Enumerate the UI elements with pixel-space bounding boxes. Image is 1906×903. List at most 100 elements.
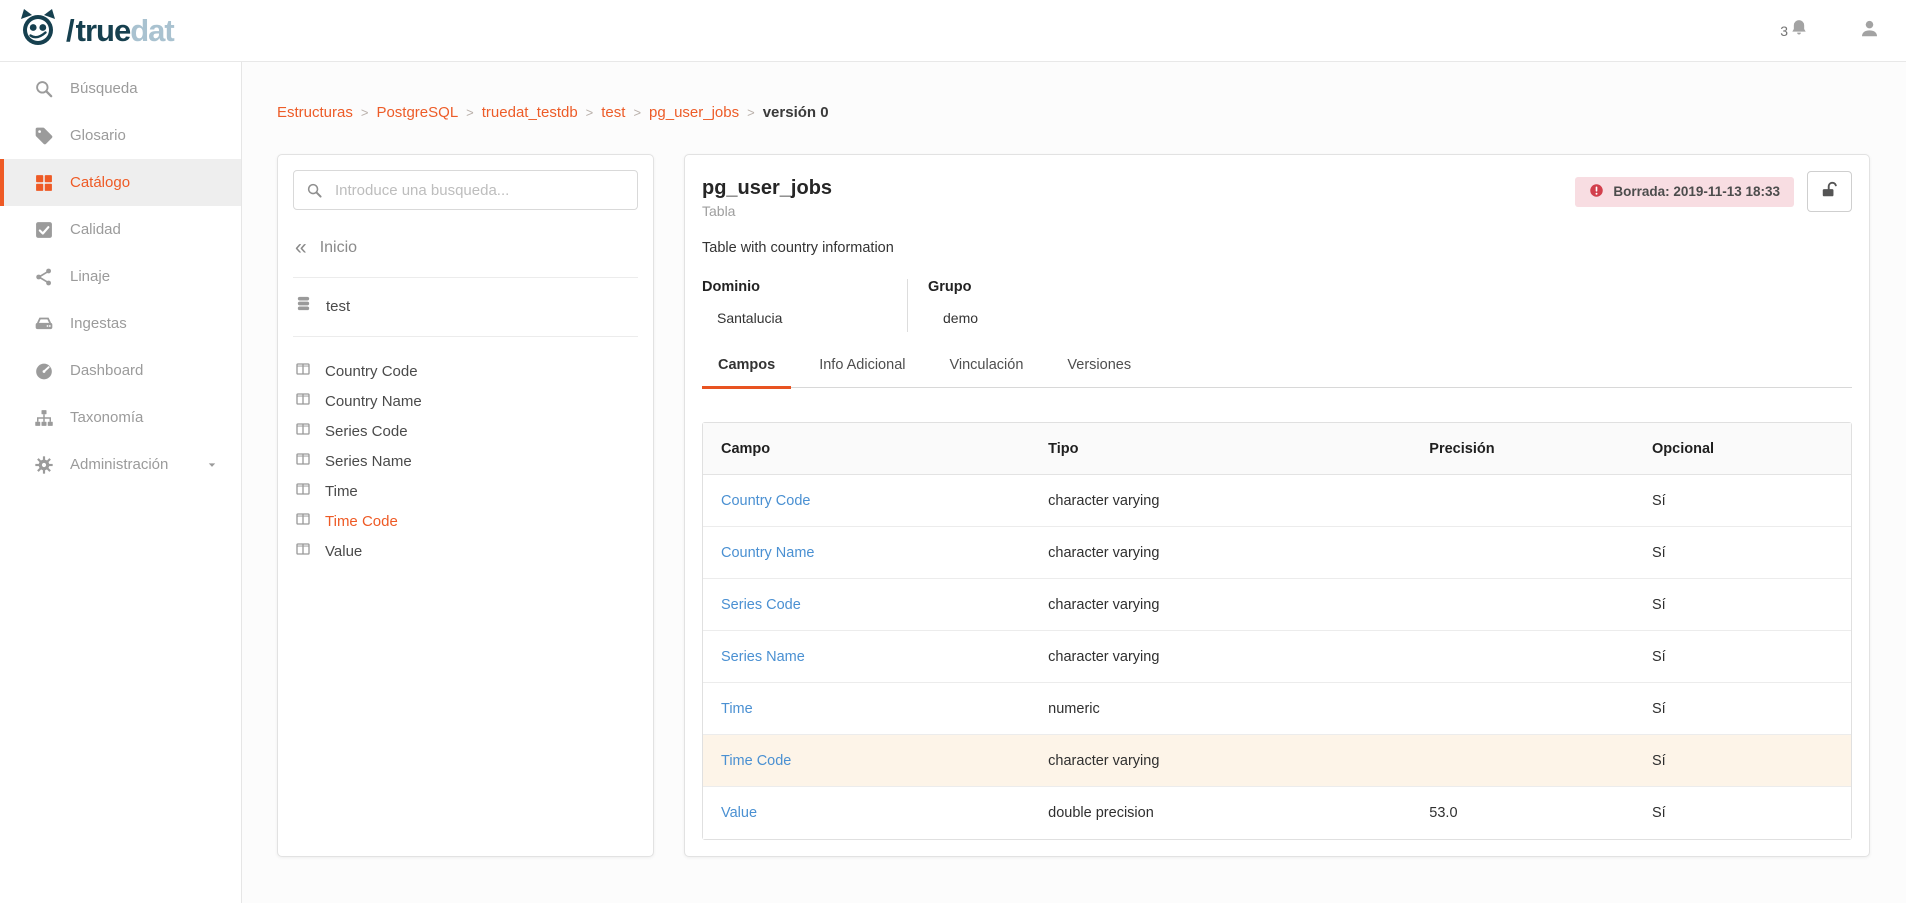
sidebar-item-calidad[interactable]: Calidad <box>0 206 241 253</box>
database-icon <box>295 295 326 317</box>
field-link-time[interactable]: Time <box>721 701 753 717</box>
breadcrumb-separator: > <box>466 105 474 120</box>
chevrons-left-icon: « <box>295 237 307 258</box>
tab-info-adicional[interactable]: Info Adicional <box>803 357 921 389</box>
sidebar-item-label: Glosario <box>70 127 126 144</box>
table-columns-icon <box>295 391 325 411</box>
meta-value: demo <box>928 310 1134 326</box>
sidebar-item-catalogo[interactable]: Catálogo <box>0 159 241 206</box>
sidebar-item-administracion[interactable]: Administración <box>0 441 241 488</box>
fields-table-header-row: CampoTipoPrecisiónOpcional <box>703 423 1851 475</box>
tree-column-time[interactable]: Time <box>293 476 638 506</box>
check-square-icon <box>34 220 54 240</box>
tree-schema-item[interactable]: test <box>293 295 638 317</box>
sidebar-item-label: Ingestas <box>70 315 127 332</box>
breadcrumb-separator: > <box>586 105 594 120</box>
breadcrumb-item-postgresql[interactable]: PostgreSQL <box>376 104 458 121</box>
tab-campos[interactable]: Campos <box>702 357 791 389</box>
search-icon <box>34 79 54 99</box>
sidebar: Búsqueda Glosario Catálogo Calidad Linaje Ing… <box>0 62 242 903</box>
sidebar-item-label: Administración <box>70 456 168 473</box>
tree-back-home[interactable]: « Inicio <box>293 237 638 258</box>
breadcrumb-item-pg-user-jobs[interactable]: pg_user_jobs <box>649 104 739 121</box>
field-link-series-code[interactable]: Series Code <box>721 597 801 613</box>
field-precision-cell <box>1411 579 1634 631</box>
structure-detail-panel: pg_user_jobs Tabla Borrada: 2019-11-13 1… <box>684 154 1870 857</box>
sidebar-item-label: Taxonomía <box>70 409 143 426</box>
tree-column-value[interactable]: Value <box>293 536 638 566</box>
tree-column-series-code[interactable]: Series Code <box>293 416 638 446</box>
field-name-cell: Country Name <box>703 527 1030 579</box>
table-row-time-code: Time Codecharacter varyingSí <box>703 735 1851 787</box>
breadcrumb-item-test[interactable]: test <box>601 104 625 121</box>
notifications-button[interactable]: 3 <box>1780 18 1809 43</box>
deleted-status-badge: Borrada: 2019-11-13 18:33 <box>1575 177 1794 207</box>
field-link-country-code[interactable]: Country Code <box>721 493 810 509</box>
field-type-cell: numeric <box>1030 683 1411 735</box>
sidebar-item-busqueda[interactable]: Búsqueda <box>0 65 241 112</box>
field-type-cell: character varying <box>1030 579 1411 631</box>
field-link-value[interactable]: Value <box>721 805 757 821</box>
fields-table: CampoTipoPrecisiónOpcional Country Code c… <box>702 422 1852 840</box>
sidebar-item-dashboard[interactable]: Dashboard <box>0 347 241 394</box>
field-type-cell: character varying <box>1030 527 1411 579</box>
tab-versiones[interactable]: Versiones <box>1051 357 1147 389</box>
grid-icon <box>34 173 54 193</box>
field-name-cell: Value <box>703 787 1030 839</box>
table-columns-icon <box>295 421 325 441</box>
sidebar-item-label: Catálogo <box>70 174 130 191</box>
caret-down-icon <box>205 458 219 472</box>
table-row-series-code: Series Code character varying Sí <box>703 579 1851 631</box>
owl-icon <box>16 6 60 55</box>
column-header-tipo: Tipo <box>1030 423 1411 475</box>
field-name-cell: Time Code <box>703 735 1030 787</box>
structure-description: Table with country information <box>702 240 1852 256</box>
field-precision-cell <box>1411 631 1634 683</box>
deleted-badge-label: Borrada: 2019-11-13 18:33 <box>1613 184 1780 199</box>
divider <box>293 277 638 278</box>
sidebar-item-glosario[interactable]: Glosario <box>0 112 241 159</box>
field-link-time-code[interactable]: Time Code <box>721 753 791 769</box>
sidebar-item-linaje[interactable]: Linaje <box>0 253 241 300</box>
tree-column-label: Time <box>325 483 358 500</box>
tab-vinculacion[interactable]: Vinculación <box>933 357 1039 389</box>
content-area: Estructuras>PostgreSQL>truedat_testdb>te… <box>242 62 1906 903</box>
tree-column-label: Series Name <box>325 453 412 470</box>
breadcrumb-item-truedat-testdb[interactable]: truedat_testdb <box>482 104 578 121</box>
user-menu-button[interactable] <box>1859 18 1880 44</box>
structure-meta: DominioSantaluciaGrupodemo <box>702 279 1852 332</box>
tree-column-country-code[interactable]: Country Code <box>293 356 638 386</box>
brand-wordmark: /truedat <box>64 15 174 46</box>
field-link-country-name[interactable]: Country Name <box>721 545 814 561</box>
search-icon <box>306 182 323 199</box>
structure-tree-panel: « Inicio test Country CodeCountry Name Se… <box>277 154 654 857</box>
field-optional-cell: Sí <box>1634 787 1851 839</box>
field-link-series-name[interactable]: Series Name <box>721 649 805 665</box>
field-optional-cell: Sí <box>1634 631 1851 683</box>
tree-column-time-code[interactable]: Time Code <box>293 506 638 536</box>
field-optional-cell: Sí <box>1634 579 1851 631</box>
sidebar-item-taxonomia[interactable]: Taxonomía <box>0 394 241 441</box>
lock-toggle-button[interactable] <box>1807 171 1852 212</box>
field-type-cell: character varying <box>1030 475 1411 527</box>
breadcrumb-item-estructuras[interactable]: Estructuras <box>277 104 353 121</box>
sitemap-icon <box>34 408 54 428</box>
tree-search-input[interactable] <box>335 182 625 199</box>
field-precision-cell <box>1411 683 1634 735</box>
tree-column-country-name[interactable]: Country Name <box>293 386 638 416</box>
truedat-logo[interactable]: /truedat <box>16 6 174 55</box>
column-header-opcional: Opcional <box>1634 423 1851 475</box>
meta-dominio: DominioSantalucia <box>702 279 908 332</box>
tree-column-series-name[interactable]: Series Name <box>293 446 638 476</box>
sidebar-item-ingestas[interactable]: Ingestas <box>0 300 241 347</box>
table-columns-icon <box>295 451 325 471</box>
table-columns-icon <box>295 541 325 561</box>
tree-column-label: Series Code <box>325 423 408 440</box>
meta-value: Santalucia <box>702 310 907 326</box>
field-optional-cell: Sí <box>1634 683 1851 735</box>
page-title: pg_user_jobs <box>702 177 832 200</box>
sidebar-item-label: Linaje <box>70 268 110 285</box>
notification-count: 3 <box>1780 23 1788 39</box>
field-name-cell: Country Code <box>703 475 1030 527</box>
table-columns-icon <box>295 481 325 501</box>
